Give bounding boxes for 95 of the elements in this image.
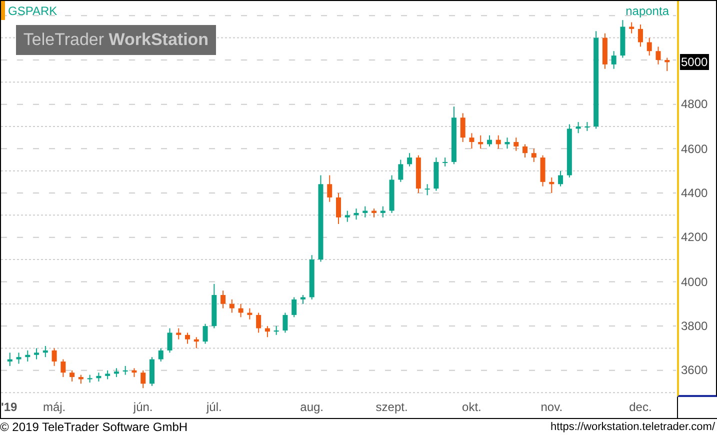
candle: [282, 312, 288, 334]
candle: [576, 122, 581, 134]
candle: [140, 370, 146, 389]
axis-label: 3600: [680, 362, 709, 378]
candle: [220, 290, 226, 309]
candle: [514, 137, 519, 152]
candle: [264, 326, 270, 338]
candle: [558, 170, 564, 187]
candle: [442, 157, 448, 167]
candle: [229, 298, 234, 314]
axis-label: nov.: [540, 400, 563, 414]
candle: [566, 124, 572, 178]
copyright-text: © 2019 TeleTrader Software GmbH: [0, 420, 188, 434]
candle: [398, 159, 404, 182]
candle: [416, 154, 421, 194]
candle: [70, 370, 75, 382]
candle: [167, 328, 172, 354]
candle: [354, 208, 359, 220]
candle: [309, 254, 314, 300]
axis-label: máj.: [42, 400, 66, 414]
symbol-label: GSPARK: [1, 1, 58, 20]
axis-label: okt.: [462, 400, 482, 414]
candle: [478, 134, 484, 150]
candle: [496, 134, 501, 150]
candle: [380, 206, 386, 218]
candle: [522, 144, 528, 158]
candle: [52, 348, 57, 366]
year-label: '19: [1, 400, 18, 414]
candle: [327, 174, 332, 202]
candle: [407, 152, 412, 167]
axis-label: dec.: [629, 400, 652, 414]
period-label: naponta: [626, 4, 669, 18]
candle: [185, 332, 190, 344]
candle: [504, 137, 510, 150]
candle: [202, 323, 208, 344]
candle: [424, 184, 430, 196]
candle: [664, 57, 670, 72]
axis-label: jún.: [133, 400, 153, 414]
candle: [132, 368, 137, 378]
candle: [451, 106, 456, 165]
candle: [16, 352, 22, 364]
candle: [60, 358, 66, 378]
candle: [656, 46, 661, 65]
axis-label: júl.: [206, 400, 222, 414]
candle: [611, 50, 616, 70]
candle: [238, 303, 244, 318]
candle: [336, 192, 341, 225]
candle: [78, 374, 84, 384]
candle: [469, 132, 474, 150]
axis-label: 4800: [680, 96, 709, 112]
candle: [149, 356, 154, 386]
candle: [114, 368, 119, 378]
candle: [620, 20, 626, 58]
candle: [646, 37, 652, 56]
candle: [25, 350, 30, 362]
candle: [300, 294, 306, 304]
candle: [256, 312, 262, 334]
candle: [34, 348, 40, 360]
candle: [176, 328, 182, 340]
candle: [274, 326, 279, 336]
candle: [389, 174, 394, 214]
last-price-label: 5000: [680, 54, 709, 70]
logo: TeleTrader WorkStation: [16, 25, 216, 55]
axis-label: 4000: [680, 274, 709, 290]
candle: [460, 112, 466, 143]
candle: [584, 122, 590, 132]
candle: [629, 22, 634, 34]
candle: [247, 308, 252, 320]
candle: [87, 374, 92, 384]
candle: [344, 210, 350, 222]
url-text: https://workstation.teletrader.com/: [550, 421, 715, 433]
candle: [362, 206, 368, 218]
candle: [105, 370, 110, 380]
candle: [7, 352, 12, 366]
candle: [372, 208, 377, 218]
candle: [194, 336, 199, 349]
axis-label: szept.: [376, 400, 408, 414]
axis-label: 4600: [680, 140, 709, 157]
candle: [96, 372, 102, 382]
candle: [486, 134, 492, 147]
candle: [434, 157, 439, 192]
candle: [292, 296, 297, 318]
candle: [540, 154, 546, 187]
candle: [122, 365, 128, 376]
axis-label: aug.: [300, 400, 324, 414]
candle: [638, 24, 643, 48]
candle: [212, 283, 217, 329]
axis-label: 4400: [680, 185, 709, 201]
candle: [42, 346, 48, 358]
candle: [158, 348, 164, 362]
axis-label: 3800: [680, 318, 709, 334]
candle: [549, 177, 554, 194]
candle: [602, 32, 608, 70]
candle: [531, 148, 536, 162]
axis-label: 4200: [680, 229, 709, 246]
